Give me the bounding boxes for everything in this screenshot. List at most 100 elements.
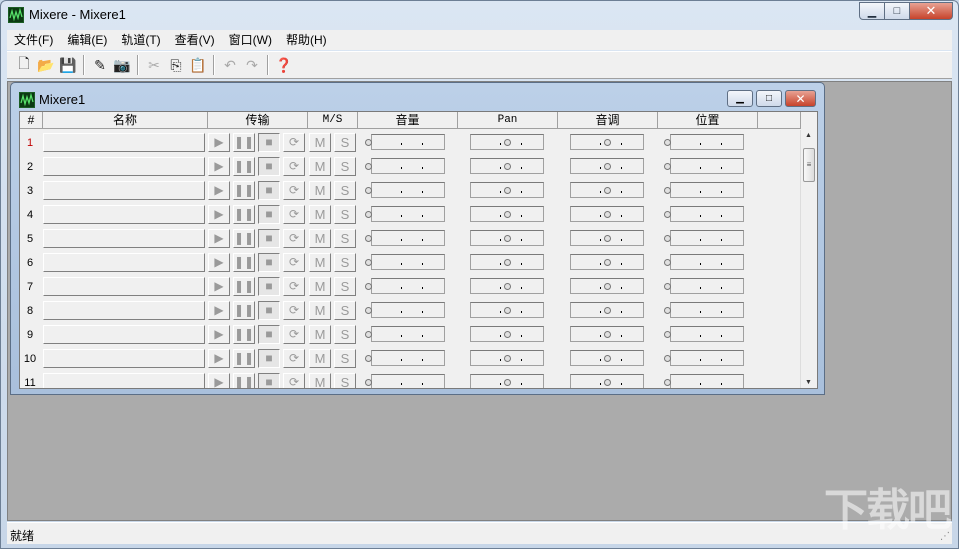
volume-slider[interactable]: [365, 228, 445, 249]
mute-button[interactable]: M: [309, 229, 331, 248]
slider-knob-icon[interactable]: [664, 328, 671, 341]
pause-icon[interactable]: ❚❚: [233, 205, 255, 224]
loop-icon[interactable]: ⟳: [283, 373, 305, 388]
play-icon[interactable]: ▶: [208, 205, 230, 224]
slider-knob-icon[interactable]: [504, 304, 511, 317]
slider-knob-icon[interactable]: [504, 376, 511, 388]
slider-knob-icon[interactable]: [504, 184, 511, 197]
volume-slider[interactable]: [365, 156, 445, 177]
stop-icon[interactable]: ■: [258, 301, 280, 320]
solo-button[interactable]: S: [334, 181, 356, 200]
play-icon[interactable]: ▶: [208, 349, 230, 368]
play-icon[interactable]: ▶: [208, 133, 230, 152]
mute-button[interactable]: M: [309, 325, 331, 344]
menu-edit[interactable]: 编辑(E): [60, 30, 114, 50]
mute-button[interactable]: M: [309, 373, 331, 388]
play-icon[interactable]: ▶: [208, 157, 230, 176]
volume-slider[interactable]: [365, 324, 445, 345]
solo-button[interactable]: S: [334, 157, 356, 176]
loop-icon[interactable]: ⟳: [283, 133, 305, 152]
loop-icon[interactable]: ⟳: [283, 349, 305, 368]
pitch-slider[interactable]: [564, 348, 644, 369]
solo-button[interactable]: S: [334, 325, 356, 344]
mute-button[interactable]: M: [309, 349, 331, 368]
mute-button[interactable]: M: [309, 253, 331, 272]
slider-knob-icon[interactable]: [604, 304, 611, 317]
pause-icon[interactable]: ❚❚: [233, 133, 255, 152]
menu-file[interactable]: 文件(F): [7, 30, 60, 50]
pitch-slider[interactable]: [564, 180, 644, 201]
pan-slider[interactable]: [464, 300, 544, 321]
slider-knob-icon[interactable]: [504, 232, 511, 245]
stop-icon[interactable]: ■: [258, 325, 280, 344]
track-name-field[interactable]: [43, 133, 205, 152]
pause-icon[interactable]: ❚❚: [233, 325, 255, 344]
slider-knob-icon[interactable]: [664, 208, 671, 221]
vertical-scrollbar[interactable]: ▲ ≡ ▼: [800, 130, 817, 388]
solo-button[interactable]: S: [334, 373, 356, 388]
slider-knob-icon[interactable]: [604, 208, 611, 221]
slider-knob-icon[interactable]: [604, 184, 611, 197]
slider-knob-icon[interactable]: [365, 256, 372, 269]
loop-icon[interactable]: ⟳: [283, 229, 305, 248]
loop-icon[interactable]: ⟳: [283, 325, 305, 344]
slider-knob-icon[interactable]: [365, 184, 372, 197]
position-slider[interactable]: [664, 372, 744, 388]
slider-knob-icon[interactable]: [504, 136, 511, 149]
mute-button[interactable]: M: [309, 205, 331, 224]
pause-icon[interactable]: ❚❚: [233, 277, 255, 296]
col-header-mute-solo[interactable]: M/S: [308, 112, 358, 129]
col-header-position[interactable]: 位置: [658, 112, 758, 129]
volume-slider[interactable]: [365, 348, 445, 369]
slider-knob-icon[interactable]: [504, 328, 511, 341]
slider-knob-icon[interactable]: [365, 328, 372, 341]
wand-icon[interactable]: ✎: [89, 54, 111, 76]
child-minimize-button[interactable]: ▁: [727, 90, 753, 107]
scroll-up-icon[interactable]: ▲: [805, 132, 812, 139]
pan-slider[interactable]: [464, 180, 544, 201]
pause-icon[interactable]: ❚❚: [233, 181, 255, 200]
slider-knob-icon[interactable]: [664, 280, 671, 293]
slider-knob-icon[interactable]: [664, 232, 671, 245]
slider-knob-icon[interactable]: [664, 184, 671, 197]
mute-button[interactable]: M: [309, 181, 331, 200]
slider-knob-icon[interactable]: [604, 328, 611, 341]
position-slider[interactable]: [664, 204, 744, 225]
solo-button[interactable]: S: [334, 349, 356, 368]
solo-button[interactable]: S: [334, 133, 356, 152]
child-close-button[interactable]: ✕: [785, 90, 816, 107]
stop-icon[interactable]: ■: [258, 205, 280, 224]
solo-button[interactable]: S: [334, 229, 356, 248]
pitch-slider[interactable]: [564, 276, 644, 297]
play-icon[interactable]: ▶: [208, 253, 230, 272]
slider-knob-icon[interactable]: [504, 280, 511, 293]
slider-knob-icon[interactable]: [504, 352, 511, 365]
pan-slider[interactable]: [464, 276, 544, 297]
slider-knob-icon[interactable]: [604, 280, 611, 293]
paste-icon[interactable]: 📋: [187, 54, 209, 76]
solo-button[interactable]: S: [334, 253, 356, 272]
slider-knob-icon[interactable]: [365, 304, 372, 317]
pan-slider[interactable]: [464, 348, 544, 369]
track-name-field[interactable]: [43, 325, 205, 344]
slider-knob-icon[interactable]: [604, 232, 611, 245]
camera-icon[interactable]: 📷: [111, 54, 133, 76]
volume-slider[interactable]: [365, 372, 445, 388]
help-icon[interactable]: ❓: [273, 54, 295, 76]
col-header-volume[interactable]: 音量: [358, 112, 458, 129]
play-icon[interactable]: ▶: [208, 301, 230, 320]
solo-button[interactable]: S: [334, 205, 356, 224]
slider-knob-icon[interactable]: [664, 376, 671, 388]
cut-icon[interactable]: ✂: [143, 54, 165, 76]
slider-knob-icon[interactable]: [604, 376, 611, 388]
position-slider[interactable]: [664, 156, 744, 177]
child-maximize-button[interactable]: □: [756, 90, 782, 107]
loop-icon[interactable]: ⟳: [283, 205, 305, 224]
pitch-slider[interactable]: [564, 156, 644, 177]
pitch-slider[interactable]: [564, 252, 644, 273]
menu-view[interactable]: 查看(V): [168, 30, 222, 50]
minimize-button[interactable]: ▁: [859, 2, 885, 20]
menu-help[interactable]: 帮助(H): [279, 30, 334, 50]
track-name-field[interactable]: [43, 349, 205, 368]
solo-button[interactable]: S: [334, 301, 356, 320]
